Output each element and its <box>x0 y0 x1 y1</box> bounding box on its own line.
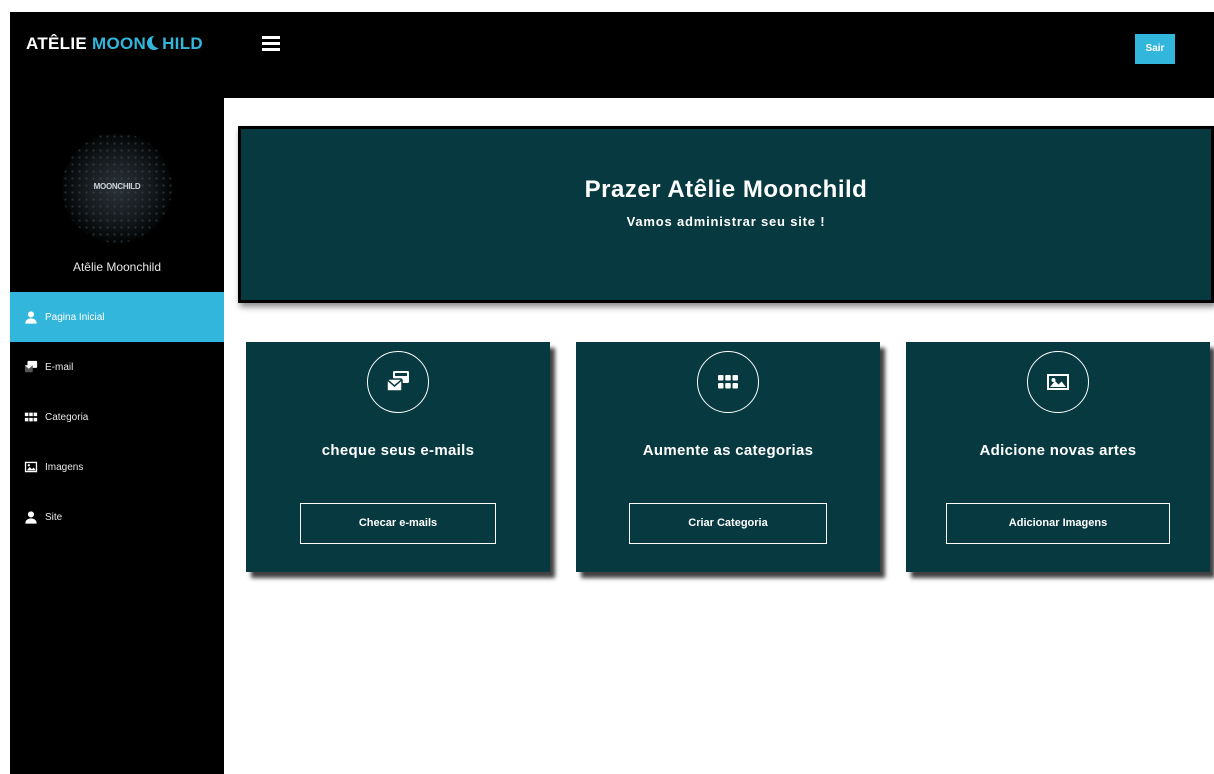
logout-button[interactable]: Sair <box>1135 34 1175 64</box>
image-icon <box>1027 351 1089 413</box>
sidebar-item-imagens[interactable]: Imagens <box>10 442 224 492</box>
card-title: Aumente as categorias <box>642 442 814 459</box>
profile-name: Atêlie Moonchild <box>72 260 162 274</box>
card-categories: Aumente as categorias Criar Categoria <box>576 342 880 572</box>
mail-icon <box>24 360 38 374</box>
mail-icon <box>367 351 429 413</box>
sidebar: MOONCHILD Atêlie Moonchild Pagina Inicia… <box>10 98 224 774</box>
page-title: Prazer Atêlie Moonchild <box>584 176 868 203</box>
sidebar-item-label: Pagina Inicial <box>45 311 105 323</box>
sidebar-item-email[interactable]: E-mail <box>10 342 224 392</box>
check-emails-button[interactable]: Checar e-mails <box>300 503 496 544</box>
user-icon <box>24 310 38 324</box>
image-icon <box>24 460 38 474</box>
grid-icon <box>697 351 759 413</box>
sidebar-item-pagina-inicial[interactable]: Pagina Inicial <box>10 292 224 342</box>
sidebar-item-site[interactable]: Site <box>10 492 224 542</box>
card-images: Adicione novas artes Adicionar Imagens <box>906 342 1210 572</box>
sidebar-item-label: Categoria <box>45 411 89 423</box>
welcome-banner: Prazer Atêlie Moonchild Vamos administra… <box>238 126 1214 303</box>
brand-text-moon: MOON <box>92 34 147 53</box>
sidebar-item-label: Site <box>45 511 63 523</box>
card-title: cheque seus e-mails <box>321 442 475 459</box>
avatar: MOONCHILD <box>62 133 172 243</box>
create-category-button[interactable]: Criar Categoria <box>629 503 827 544</box>
user-icon <box>24 510 38 524</box>
top-navbar: ATÊLIE MOON HILD Sair <box>10 12 1214 98</box>
sidebar-nav: Pagina Inicial E-mail Categoria Imagens … <box>10 292 224 542</box>
sidebar-item-categoria[interactable]: Categoria <box>10 392 224 442</box>
add-images-button[interactable]: Adicionar Imagens <box>946 503 1170 544</box>
card-title: Adicione novas artes <box>979 442 1137 459</box>
page-subtitle: Vamos administrar seu site ! <box>626 214 826 229</box>
brand-text-hild: HILD <box>162 34 203 53</box>
brand-text-ateli: ATÊLIE <box>26 34 93 53</box>
sidebar-item-label: Imagens <box>45 461 84 473</box>
avatar-logo-text: MOONCHILD <box>93 182 141 191</box>
sidebar-item-label: E-mail <box>45 361 74 373</box>
brand-logo[interactable]: ATÊLIE MOON HILD <box>26 34 203 54</box>
card-emails: cheque seus e-mails Checar e-mails <box>246 342 550 572</box>
grid-icon <box>24 410 38 424</box>
crescent-moon-icon <box>147 36 162 50</box>
hamburger-icon[interactable] <box>262 36 280 52</box>
